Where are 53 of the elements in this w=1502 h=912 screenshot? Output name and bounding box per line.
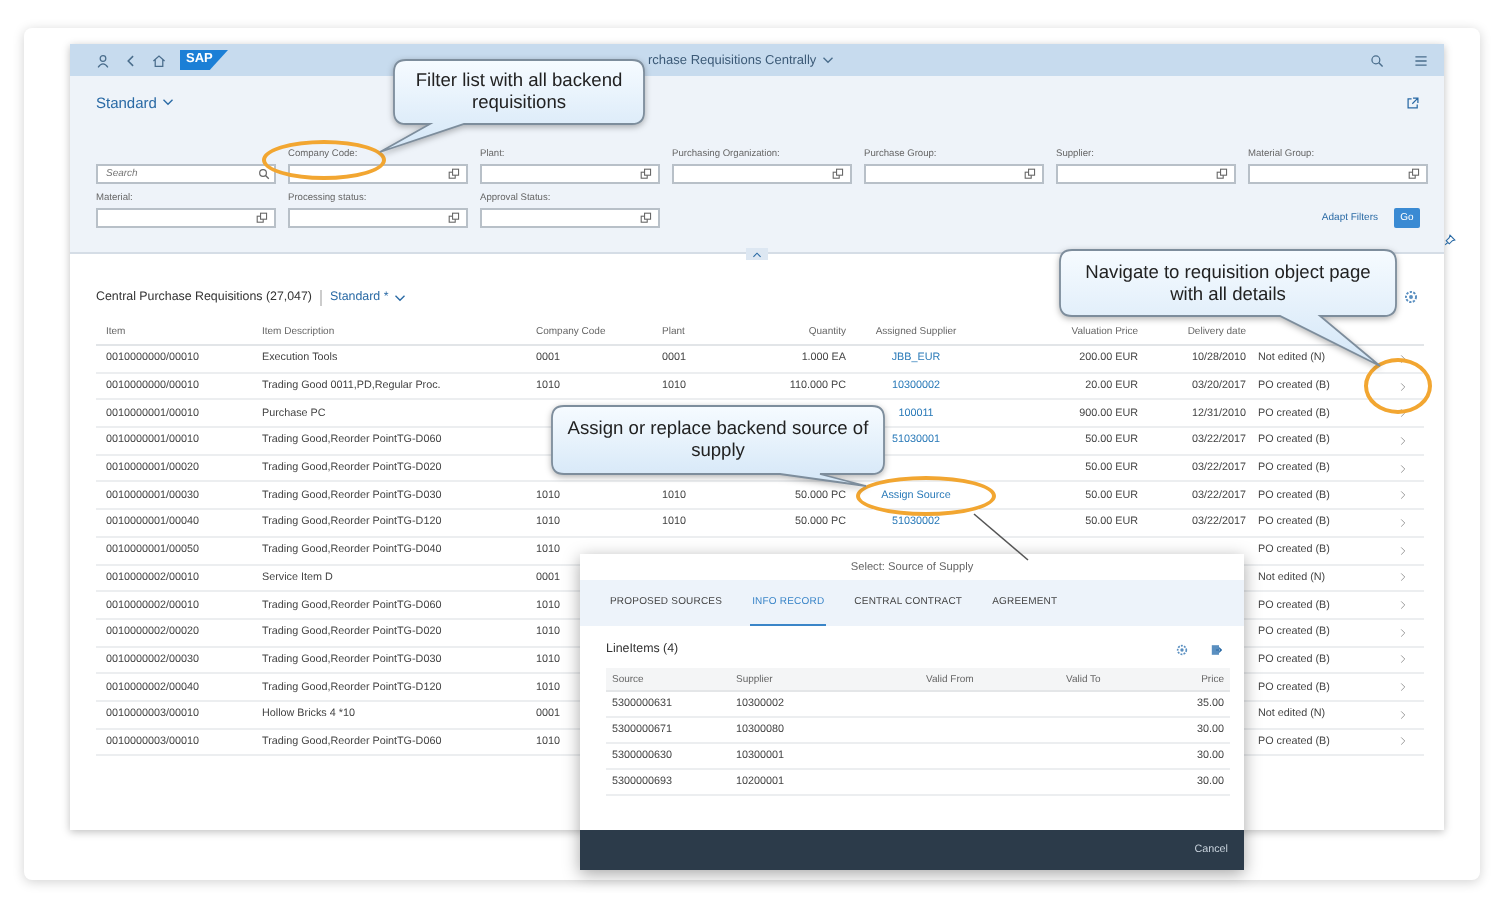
- callout-text: Navigate to requisition object page with all details: [1083, 261, 1373, 305]
- input-field[interactable]: [864, 164, 1044, 184]
- chevron-right-icon[interactable]: [1399, 600, 1405, 611]
- chevron-right-icon[interactable]: [1399, 736, 1405, 747]
- chevron-right-icon[interactable]: [1399, 572, 1405, 583]
- chevron-right-icon[interactable]: [1399, 353, 1405, 364]
- settings-icon[interactable]: [1404, 290, 1418, 304]
- input-field[interactable]: [1056, 164, 1236, 184]
- share-icon[interactable]: [1406, 95, 1420, 109]
- leader-line: [972, 512, 1032, 564]
- back-icon[interactable]: [124, 53, 138, 67]
- input-field[interactable]: [480, 208, 660, 228]
- chevron-right-icon[interactable]: [1399, 490, 1405, 501]
- chevron-right-icon[interactable]: [1399, 709, 1405, 720]
- value-help-icon[interactable]: [1408, 168, 1420, 180]
- highlight-ellipse: [262, 140, 386, 180]
- callout-text: Assign or replace backend source of supply: [565, 418, 871, 462]
- value-help-icon[interactable]: [1216, 168, 1228, 180]
- caret-icon[interactable]: [394, 293, 407, 301]
- chevron-right-icon[interactable]: [1399, 545, 1405, 556]
- chevron-right-icon[interactable]: [1399, 408, 1405, 419]
- input-field[interactable]: [288, 208, 468, 228]
- input-field[interactable]: [480, 164, 660, 184]
- caret-icon[interactable]: [162, 98, 175, 106]
- value-help-icon[interactable]: [256, 212, 268, 224]
- value-help-icon[interactable]: [640, 168, 652, 180]
- chevron-right-icon[interactable]: [1399, 435, 1405, 446]
- input-field[interactable]: [1248, 164, 1428, 184]
- value-help-icon[interactable]: [832, 168, 844, 180]
- export-icon[interactable]: [1210, 643, 1222, 655]
- chevron-right-icon[interactable]: [1399, 627, 1405, 638]
- user-icon[interactable]: [96, 53, 110, 67]
- search-icon[interactable]: [258, 168, 270, 180]
- value-help-icon[interactable]: [448, 212, 460, 224]
- home-icon[interactable]: [152, 53, 166, 67]
- value-help-icon[interactable]: [1024, 168, 1036, 180]
- input-field[interactable]: [96, 208, 276, 228]
- chevron-right-icon[interactable]: [1399, 682, 1405, 693]
- settings-icon[interactable]: [1176, 643, 1188, 655]
- search-icon[interactable]: [1370, 53, 1384, 67]
- chevron-right-icon[interactable]: [1399, 654, 1405, 665]
- chevron-right-icon[interactable]: [1399, 517, 1405, 528]
- collapse-handle[interactable]: [746, 248, 768, 260]
- chevron-down-icon[interactable]: [822, 56, 835, 64]
- callout-text: Filter list with all backend requisitions: [413, 70, 625, 114]
- input-field[interactable]: [672, 164, 852, 184]
- pin-icon[interactable]: [1444, 234, 1456, 246]
- chevron-right-icon[interactable]: [1399, 381, 1405, 392]
- value-help-icon[interactable]: [448, 168, 460, 180]
- value-help-icon[interactable]: [640, 212, 652, 224]
- menu-icon[interactable]: [1414, 53, 1428, 67]
- input-field[interactable]: [288, 164, 468, 184]
- chevron-right-icon[interactable]: [1399, 463, 1405, 474]
